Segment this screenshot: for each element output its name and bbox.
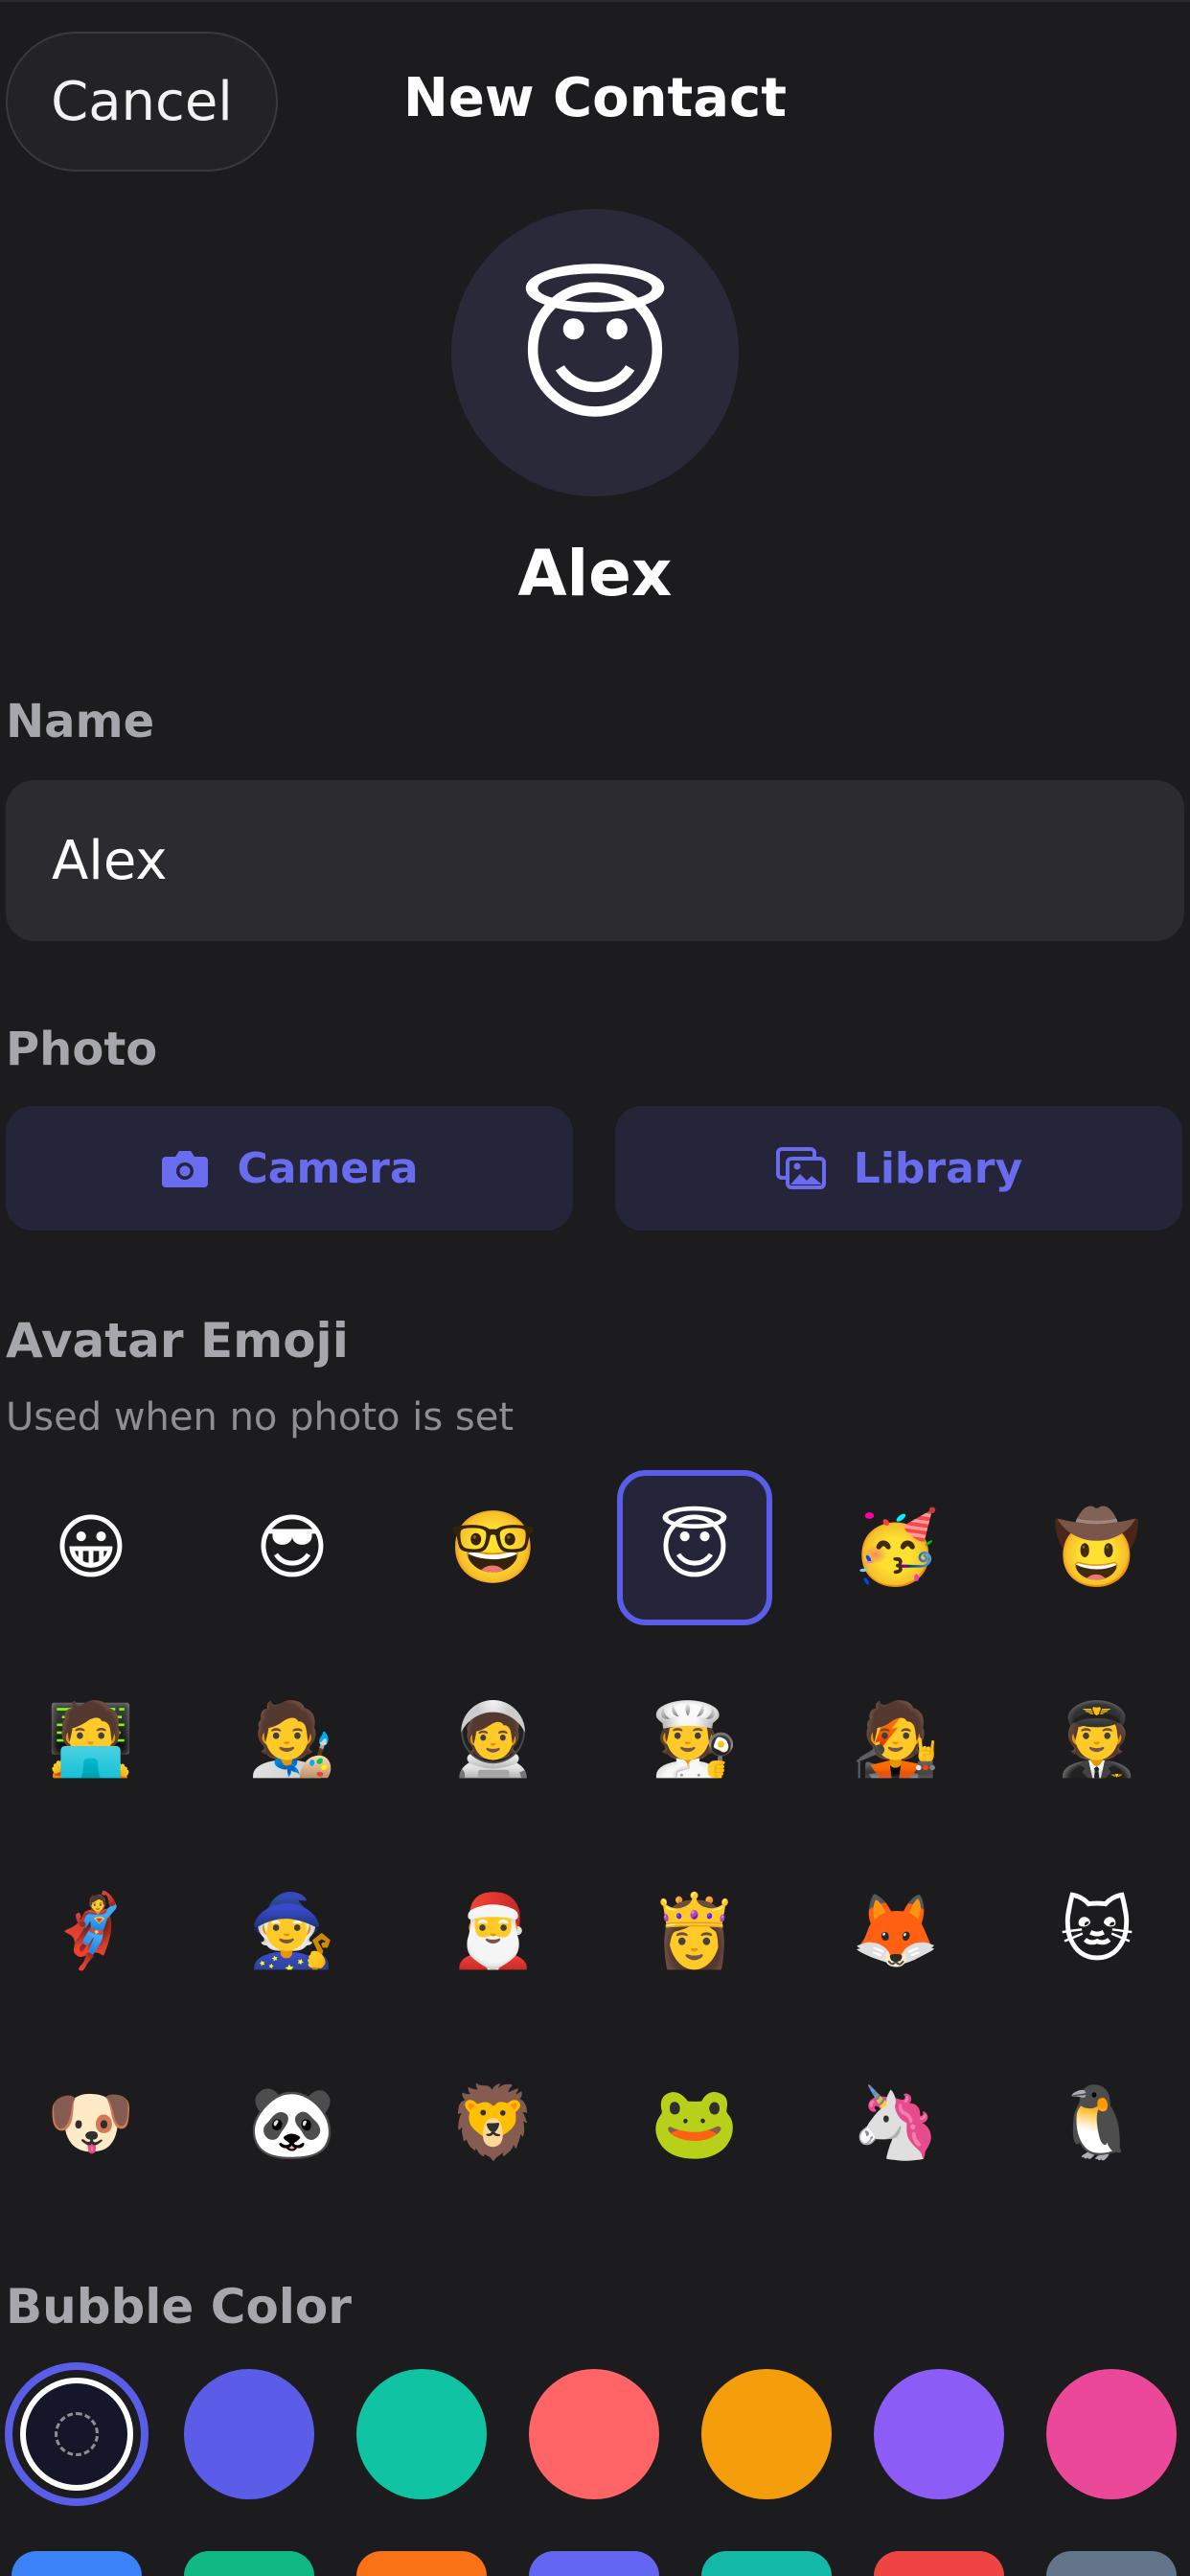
camera-icon xyxy=(160,1147,210,1189)
emoji-option[interactable]: 🐶 xyxy=(13,2045,169,2200)
photo-library-icon xyxy=(775,1146,827,1190)
selected-color-swatch xyxy=(20,2378,133,2491)
emoji-option[interactable]: 🦁 xyxy=(416,2045,571,2200)
emoji-option[interactable]: 🦸 xyxy=(13,1853,169,2009)
bubble-color-label: Bubble Color xyxy=(6,2279,352,2334)
bubble-color-option[interactable] xyxy=(1046,2551,1177,2576)
bubble-color-option[interactable] xyxy=(356,2369,487,2499)
emoji-option[interactable]: 🤓 xyxy=(416,1470,571,1625)
avatar-name: Alex xyxy=(517,537,673,610)
emoji-option[interactable]: 🤠 xyxy=(1019,1470,1175,1625)
emoji-option[interactable]: 🐱 xyxy=(1019,1853,1175,2009)
bubble-color-option[interactable] xyxy=(529,2369,659,2499)
emoji-option[interactable]: 😀 xyxy=(13,1470,169,1625)
bubble-color-option[interactable] xyxy=(11,2551,142,2576)
library-label: Library xyxy=(853,1143,1023,1193)
avatar-emoji-subtext: Used when no photo is set xyxy=(6,1395,514,1439)
bubble-color-option[interactable] xyxy=(701,2551,832,2576)
avatar-emoji: 😇 xyxy=(515,263,675,442)
bubble-color-option[interactable] xyxy=(701,2369,832,2499)
emoji-option[interactable]: 🦄 xyxy=(818,2045,973,2200)
photo-label: Photo xyxy=(6,1023,158,1076)
emoji-option[interactable]: 🧑‍✈️ xyxy=(1019,1662,1175,1817)
default-color-icon xyxy=(55,2412,99,2456)
emoji-option[interactable]: 🧑‍🍳 xyxy=(617,1662,772,1817)
emoji-option[interactable]: 🐼 xyxy=(215,2045,370,2200)
emoji-option[interactable]: 🧑‍🎨 xyxy=(215,1662,370,1817)
emoji-option[interactable]: 🧑‍💻 xyxy=(13,1662,169,1817)
emoji-option[interactable]: 🎅 xyxy=(416,1853,571,2009)
emoji-option[interactable]: 🧙 xyxy=(215,1853,370,2009)
emoji-option[interactable]: 😇 xyxy=(617,1470,772,1625)
bubble-color-option[interactable] xyxy=(184,2369,314,2499)
top-edge xyxy=(0,0,1190,2)
avatar-preview: 😇 xyxy=(451,209,739,496)
emoji-option[interactable]: 👸 xyxy=(617,1853,772,2009)
page-title: New Contact xyxy=(402,67,788,129)
bubble-color-option[interactable] xyxy=(5,2362,149,2506)
emoji-option[interactable]: 🐸 xyxy=(617,2045,772,2200)
emoji-option[interactable]: 🥳 xyxy=(818,1470,973,1625)
camera-button[interactable]: Camera xyxy=(6,1106,573,1230)
bubble-color-option[interactable] xyxy=(356,2551,487,2576)
name-field[interactable]: Alex xyxy=(6,780,1184,941)
avatar-emoji-label: Avatar Emoji xyxy=(6,1313,349,1368)
library-button[interactable]: Library xyxy=(615,1106,1182,1230)
bubble-color-option[interactable] xyxy=(1046,2369,1177,2499)
camera-label: Camera xyxy=(237,1143,419,1193)
bubble-color-option[interactable] xyxy=(184,2551,314,2576)
emoji-option[interactable]: 🧑‍🎤 xyxy=(818,1662,973,1817)
bubble-color-option[interactable] xyxy=(874,2551,1004,2576)
emoji-option[interactable]: 🐧 xyxy=(1019,2045,1175,2200)
bubble-color-option[interactable] xyxy=(529,2551,659,2576)
emoji-option[interactable]: 🧑‍🚀 xyxy=(416,1662,571,1817)
emoji-option[interactable]: 😎 xyxy=(215,1470,370,1625)
emoji-option[interactable]: 🦊 xyxy=(818,1853,973,2009)
bubble-color-option[interactable] xyxy=(874,2369,1004,2499)
name-label: Name xyxy=(6,695,155,748)
